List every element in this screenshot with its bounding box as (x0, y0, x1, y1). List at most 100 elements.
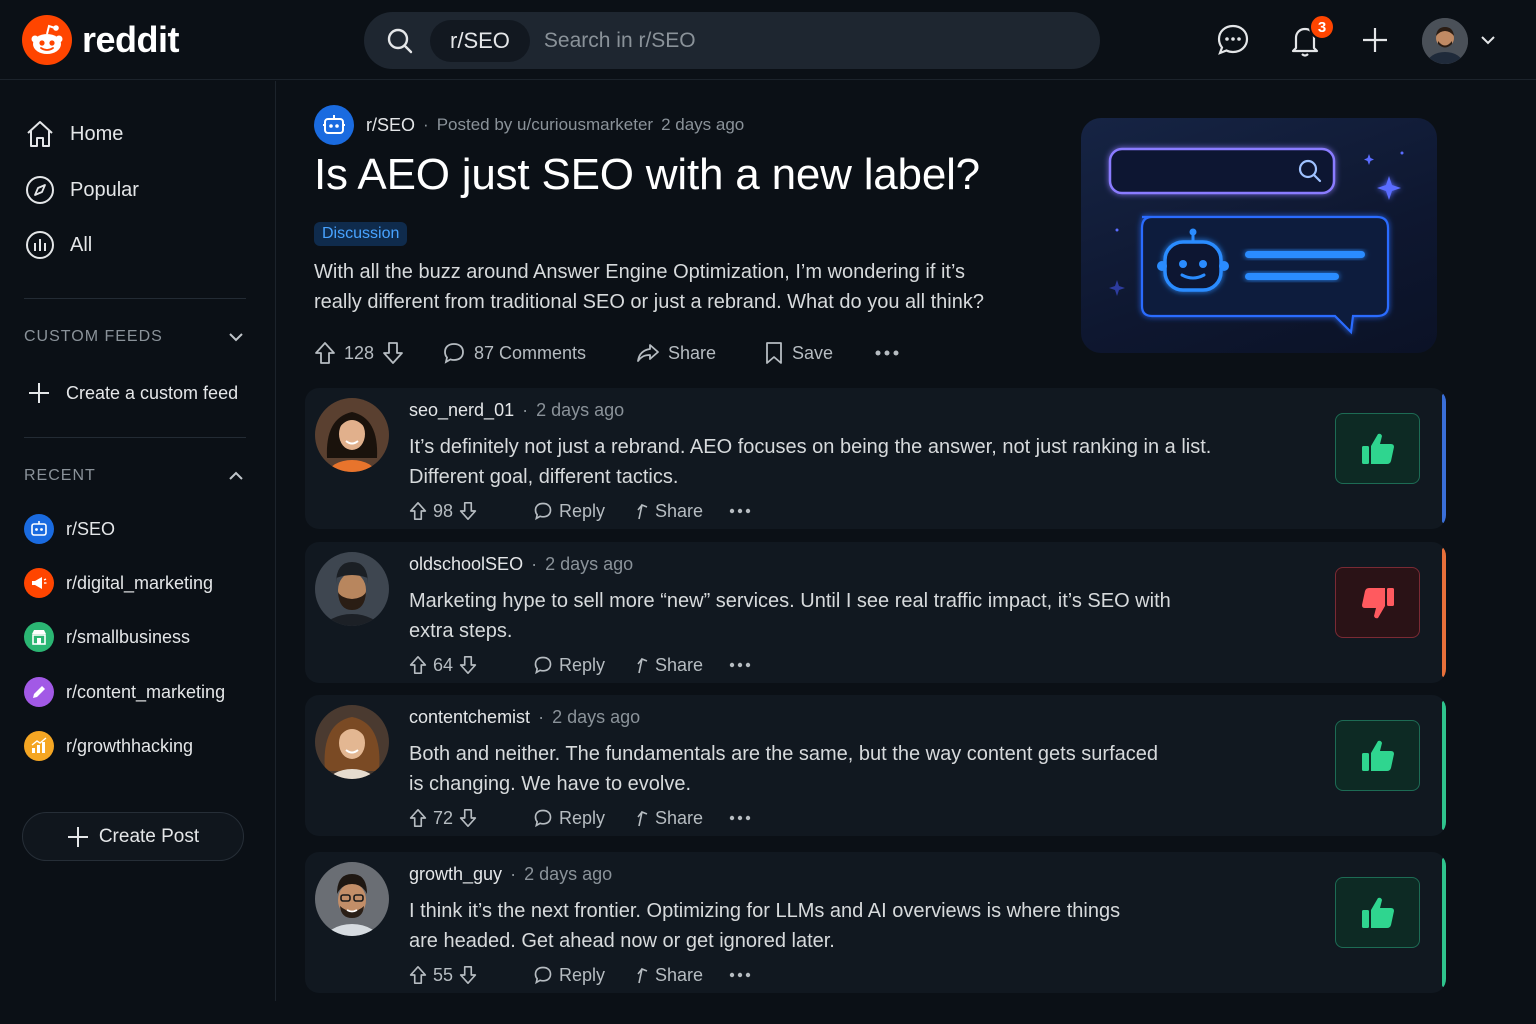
save-button[interactable]: Save (764, 338, 833, 368)
logo-text: reddit (82, 19, 180, 60)
downvote-icon[interactable] (459, 655, 477, 675)
compass-icon (24, 174, 56, 206)
growth-chart-icon (24, 731, 54, 761)
comment-share-button[interactable]: Share (635, 805, 703, 831)
downvote-icon[interactable] (459, 965, 477, 985)
upvote-icon[interactable] (409, 808, 427, 828)
upvote-icon[interactable] (409, 501, 427, 521)
recent-item-label: r/content_marketing (66, 681, 226, 702)
comment-time: 2 days ago (545, 554, 634, 574)
recent-item-label: r/smallbusiness (66, 626, 191, 647)
reply-button[interactable]: Reply (533, 962, 605, 988)
comment-body: Both and neither. The fundamentals are t… (409, 739, 1229, 799)
share-button[interactable]: Share (636, 338, 716, 368)
commenter-avatar[interactable] (315, 705, 389, 779)
comment-more-button[interactable] (729, 805, 751, 831)
create-post-button[interactable]: Create Post (22, 812, 244, 861)
comment-card: growth_guy · 2 days ago I think it’s the… (305, 852, 1446, 993)
sidebar-divider (24, 437, 246, 438)
downvote-icon[interactable] (459, 808, 477, 828)
save-label: Save (792, 342, 834, 363)
reply-button[interactable]: Reply (533, 652, 605, 678)
post-meta: r/SEO · Posted by u/curiousmarketer 2 da… (314, 105, 744, 145)
search-icon (386, 27, 414, 55)
recent-item-content-marketing[interactable]: r/content_marketing (24, 677, 225, 707)
comment-vote-count: 72 (433, 807, 454, 828)
sidebar-item-all[interactable]: All (24, 229, 92, 261)
create-feed-label: Create a custom feed (66, 382, 239, 403)
reply-label: Reply (559, 807, 606, 828)
post-flair[interactable]: Discussion (314, 222, 408, 246)
separator-dot: · (423, 115, 429, 134)
plus-icon (1360, 25, 1390, 55)
upvote-icon[interactable] (409, 965, 427, 985)
comment-share-button[interactable]: Share (635, 498, 703, 524)
reply-button[interactable]: Reply (533, 498, 605, 524)
sidebar-divider (24, 298, 246, 299)
comment-header: seo_nerd_01 · 2 days ago (409, 400, 624, 421)
post-body-line: really different from traditional SEO or… (314, 291, 984, 313)
subreddit-icon[interactable] (314, 105, 354, 145)
sidebar-item-popular[interactable]: Popular (24, 174, 139, 206)
custom-feeds-header[interactable]: CUSTOM FEEDS (24, 327, 246, 347)
recent-item-growthhacking[interactable]: r/growthhacking (24, 731, 193, 761)
search-bar[interactable]: r/SEO (364, 12, 1100, 69)
comment-vote-group: 64 (409, 652, 477, 678)
chevron-down-icon (226, 327, 246, 347)
chevron-down-icon[interactable] (1478, 30, 1498, 50)
comment-username[interactable]: oldschoolSEO (409, 554, 523, 575)
upvote-icon[interactable] (314, 341, 336, 365)
comment-body: I think it’s the next frontier. Optimizi… (409, 896, 1229, 956)
commenter-avatar[interactable] (315, 398, 389, 472)
verdict-badge (1335, 413, 1420, 484)
chevron-up-icon (226, 466, 246, 486)
comments-button[interactable]: 87 Comments (442, 338, 586, 368)
comment-icon (533, 655, 553, 675)
comment-card: oldschoolSEO · 2 days ago Marketing hype… (305, 542, 1446, 683)
create-button[interactable] (1355, 20, 1395, 60)
post-body: With all the buzz around Answer Engine O… (314, 257, 1034, 317)
all-icon (24, 229, 56, 261)
create-custom-feed-button[interactable]: Create a custom feed (28, 382, 238, 404)
post-author[interactable]: Posted by u/curiousmarketer (437, 115, 653, 135)
verdict-badge (1335, 567, 1420, 638)
downvote-icon[interactable] (382, 341, 404, 365)
commenter-avatar[interactable] (315, 552, 389, 626)
search-input[interactable] (543, 28, 1024, 53)
recent-header[interactable]: RECENT (24, 466, 246, 486)
comment-line: are headed. Get ahead now or get ignored… (409, 930, 835, 952)
storefront-icon (24, 622, 54, 652)
more-options-button[interactable] (874, 338, 900, 368)
share-label: Share (655, 500, 704, 521)
comment-time: 2 days ago (524, 864, 613, 884)
search-subreddit-chip[interactable]: r/SEO (430, 19, 530, 62)
comment-more-button[interactable] (729, 962, 751, 988)
comment-icon (533, 965, 553, 985)
plus-icon (67, 826, 89, 848)
reply-label: Reply (559, 654, 606, 675)
recent-item-digital-marketing[interactable]: r/digital_marketing (24, 568, 213, 598)
recent-item-seo[interactable]: r/SEO (24, 514, 115, 544)
user-avatar[interactable] (1422, 18, 1468, 64)
chat-button[interactable] (1213, 20, 1253, 60)
comment-line: Both and neither. The fundamentals are t… (409, 743, 1158, 765)
sidebar-item-home[interactable]: Home (24, 118, 123, 150)
comment-username[interactable]: seo_nerd_01 (409, 400, 514, 421)
comment-username[interactable]: contentchemist (409, 707, 530, 728)
comment-username[interactable]: growth_guy (409, 864, 502, 885)
reddit-logo[interactable]: reddit (22, 15, 180, 65)
pencil-icon (24, 677, 54, 707)
reply-button[interactable]: Reply (533, 805, 605, 831)
commenter-avatar[interactable] (315, 862, 389, 936)
recent-item-smallbusiness[interactable]: r/smallbusiness (24, 622, 190, 652)
comment-more-button[interactable] (729, 652, 751, 678)
post-subreddit-link[interactable]: r/SEO (366, 115, 415, 136)
comment-share-button[interactable]: Share (635, 962, 703, 988)
post-action-bar: 128 87 Comments Share Save (314, 338, 914, 368)
left-sidebar: Home Popular All CUSTOM FEEDS Create a c… (0, 81, 276, 1001)
comment-more-button[interactable] (729, 498, 751, 524)
upvote-icon[interactable] (409, 655, 427, 675)
downvote-icon[interactable] (459, 501, 477, 521)
comment-share-button[interactable]: Share (635, 652, 703, 678)
post-title[interactable]: Is AEO just SEO with a new label? (314, 150, 980, 200)
